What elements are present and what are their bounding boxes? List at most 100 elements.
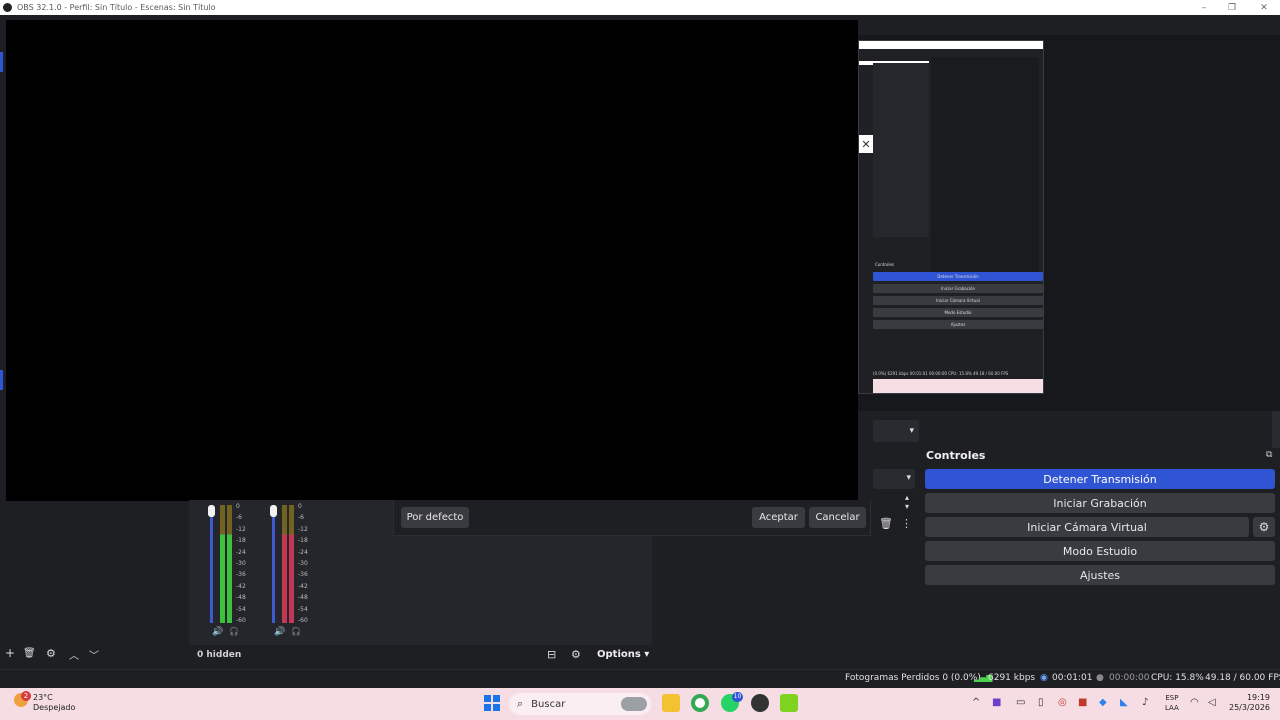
spin-up-icon[interactable]: ▴	[899, 493, 915, 502]
thumb-close-icon[interactable]: ✕	[859, 135, 873, 153]
obs-taskbar-icon[interactable]	[751, 694, 769, 712]
defaults-button[interactable]: Por defecto	[401, 507, 469, 528]
thumb-preview	[931, 57, 1039, 279]
move-down-icon[interactable]: ﹀	[89, 647, 99, 662]
chevron-down-icon: ▾	[909, 426, 914, 436]
volume-icon[interactable]: ◁	[1208, 697, 1216, 708]
app-icon[interactable]	[780, 694, 798, 712]
mixer-options-button[interactable]: Options ▾	[597, 649, 649, 660]
meter-scale-label: -60	[236, 617, 246, 625]
obs-logo-icon	[3, 3, 12, 12]
mixer-options-label: Options	[597, 649, 641, 660]
spin-down-icon[interactable]: ▾	[899, 502, 915, 511]
meter-scale-label: 0	[298, 503, 302, 510]
maximize-button[interactable]: ❐	[1216, 0, 1248, 15]
system-clock[interactable]: 19:19 25/3/2026	[1229, 693, 1270, 713]
tray-app2-icon[interactable]: ◎	[1058, 697, 1067, 708]
start-virtual-camera-button[interactable]: Iniciar Cámara Virtual	[925, 517, 1249, 537]
meter-scale-label: -6	[236, 514, 242, 522]
stop-stream-button[interactable]: Detener Transmisión	[925, 469, 1275, 489]
dock-splitter[interactable]	[1272, 411, 1280, 448]
tray-mic-icon[interactable]: ♪	[1142, 697, 1148, 708]
mixer-toolbar	[189, 645, 652, 665]
mute-speaker-icon[interactable]: 🔊	[274, 627, 285, 637]
stream-icon: ◉	[1040, 673, 1048, 683]
record-icon: ●	[1096, 673, 1104, 683]
chrome-icon[interactable]	[691, 694, 709, 712]
more-options-icon[interactable]: ⋮	[901, 517, 912, 530]
volume-slider-track[interactable]	[210, 505, 213, 623]
meter-scale-label: -24	[298, 548, 308, 556]
preview-thumbnail: ✕ Controles Detener Transmisión Iniciar …	[858, 40, 1044, 394]
remove-icon[interactable]: 🗑	[23, 648, 36, 659]
weather-widget[interactable]: 23°C Despejado	[12, 693, 75, 713]
meter-scale-label: -24	[236, 548, 246, 556]
audio-level-meter	[227, 505, 232, 623]
tray-app5-icon[interactable]: ◣	[1120, 697, 1128, 708]
move-up-icon[interactable]: ︿	[69, 647, 79, 662]
audio-level-meter	[220, 505, 225, 623]
hidden-sources-count[interactable]: 0 hidden	[197, 650, 241, 660]
controls-title: Controles	[926, 449, 986, 462]
monitor-headphones-icon[interactable]: 🎧	[291, 627, 301, 636]
clock-date: 25/3/2026	[1229, 703, 1271, 712]
meter-scale-label: -30	[298, 560, 308, 568]
add-icon[interactable]: +	[5, 646, 15, 660]
bitrate: 6291 kbps	[988, 673, 1036, 683]
meter-scale-label: -18	[236, 537, 246, 545]
thumb-statusbar: (0.0%) 6291 kbps 00:01:01 00:00:00 CPU: …	[873, 371, 1009, 376]
thumb-taskbar	[873, 379, 1043, 393]
meter-scale-label: -30	[236, 560, 246, 568]
virtual-camera-settings-gear-icon[interactable]: ⚙	[1253, 517, 1275, 537]
meter-scale-label: -36	[298, 571, 308, 579]
mixer-layout-icon[interactable]: ⊟	[547, 648, 556, 661]
meter-scale-label: -18	[298, 537, 308, 545]
tray-monitor-icon[interactable]: ▭	[1016, 697, 1025, 708]
search-highlight-icon	[621, 697, 647, 711]
cancel-button[interactable]: Cancelar	[809, 507, 866, 528]
dock-float-icon[interactable]: ⧉	[1266, 450, 1276, 460]
window-title: OBS 32.1.0 - Perfil: Sin Título - Escena…	[17, 3, 216, 12]
close-window-button[interactable]: ✕	[1248, 0, 1280, 15]
meter-scale-label: -48	[236, 594, 246, 602]
taskbar-search[interactable]: ⌕ Buscar	[509, 693, 651, 715]
keyboard-language[interactable]: ESP LAA	[1165, 693, 1179, 713]
whatsapp-badge: 10	[732, 692, 743, 702]
settings-button[interactable]: Ajustes	[925, 565, 1275, 585]
studio-mode-button[interactable]: Modo Estudio	[925, 541, 1275, 561]
wifi-icon[interactable]: ◠	[1190, 697, 1199, 708]
scene-select[interactable]: ▾	[873, 420, 919, 442]
volume-slider-track[interactable]	[272, 505, 275, 623]
transition-duration-spinner[interactable]: ▴ ▾	[899, 493, 915, 513]
fps: 49.18 / 60.00 FPS	[1205, 673, 1280, 683]
monitor-headphones-icon[interactable]: 🎧	[229, 627, 239, 636]
chevron-down-icon: ▾	[906, 473, 911, 483]
thumb-virtual-cam: Iniciar Cámara Virtual	[873, 296, 1043, 305]
tray-app-icon[interactable]: ■	[992, 697, 1001, 708]
volume-slider-knob[interactable]	[270, 505, 277, 517]
scene-selection-accent	[0, 52, 3, 72]
meter-scale-label: 0	[236, 503, 240, 510]
cpu-usage: CPU: 15.8%	[1151, 673, 1204, 683]
tray-app3-icon[interactable]: ■	[1078, 697, 1087, 708]
thumb-titlebar	[859, 41, 1043, 49]
trash-icon[interactable]: 🗑	[879, 517, 893, 530]
thumb-studio-mode: Modo Estudio	[873, 308, 1043, 317]
temperature: 23°C	[33, 693, 53, 702]
tray-battery-icon[interactable]: ▯	[1038, 697, 1044, 708]
advanced-audio-gear-icon[interactable]: ⚙	[571, 648, 581, 661]
volume-slider-knob[interactable]	[208, 505, 215, 517]
meter-scale-label: -12	[298, 525, 308, 533]
mute-speaker-icon[interactable]: 🔊	[212, 627, 223, 637]
tray-expand-icon[interactable]: ^	[972, 697, 980, 708]
transition-select[interactable]: ▾	[873, 469, 915, 489]
filters-gear-icon[interactable]: ⚙	[46, 647, 56, 660]
file-explorer-icon[interactable]	[662, 694, 680, 712]
windows-start-icon[interactable]	[484, 695, 500, 711]
accept-button[interactable]: Aceptar	[752, 507, 805, 528]
language-code: ESP	[1165, 694, 1179, 702]
meter-scale-label: -48	[298, 594, 308, 602]
start-recording-button[interactable]: Iniciar Grabación	[925, 493, 1275, 513]
meter-scale-label: -42	[236, 582, 246, 590]
tray-app4-icon[interactable]: ◆	[1099, 697, 1107, 708]
